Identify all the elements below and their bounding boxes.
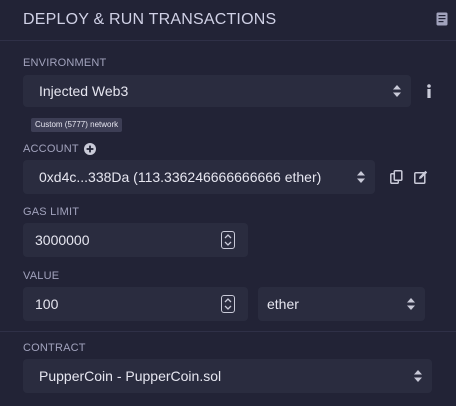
value-label: VALUE [23, 270, 60, 282]
copy-icon[interactable] [390, 170, 404, 185]
value-amount: 100 [35, 296, 59, 312]
header-divider [0, 40, 456, 41]
select-arrows-icon [414, 370, 422, 382]
value-input[interactable]: 100 [23, 287, 248, 321]
select-arrows-icon [357, 171, 365, 183]
info-icon[interactable] [426, 84, 432, 98]
gas-limit-label: GAS LIMIT [23, 206, 80, 218]
value-unit-select[interactable]: ether [258, 287, 425, 321]
panel-title: DEPLOY & RUN TRANSACTIONS [23, 11, 277, 28]
account-value: 0xd4c...338Da (113.336246666666666 ether… [39, 169, 322, 185]
contract-select[interactable]: PupperCoin - PupperCoin.sol [23, 359, 432, 393]
stepper-arrows-icon [224, 234, 232, 246]
value-unit: ether [267, 296, 299, 312]
environment-label: ENVIRONMENT [23, 57, 107, 69]
gas-limit-value: 3000000 [35, 232, 90, 248]
account-label: ACCOUNT [23, 143, 79, 155]
gas-limit-stepper[interactable] [221, 231, 235, 249]
account-select[interactable]: 0xd4c...338Da (113.336246666666666 ether… [23, 160, 375, 194]
plus-circle-icon[interactable] [84, 142, 98, 156]
contract-value: PupperCoin - PupperCoin.sol [39, 368, 222, 384]
book-icon[interactable] [436, 12, 448, 26]
stepper-arrows-icon [224, 298, 232, 310]
section-divider [0, 331, 456, 332]
value-stepper[interactable] [221, 295, 235, 313]
contract-label: CONTRACT [23, 342, 86, 354]
edit-icon[interactable] [414, 170, 428, 184]
select-arrows-icon [407, 298, 415, 310]
gas-limit-input[interactable]: 3000000 [23, 223, 248, 257]
network-badge: Custom (5777) network [31, 118, 123, 132]
environment-select[interactable]: Injected Web3 [23, 75, 411, 107]
select-arrows-icon [393, 85, 401, 97]
environment-value: Injected Web3 [39, 83, 129, 99]
